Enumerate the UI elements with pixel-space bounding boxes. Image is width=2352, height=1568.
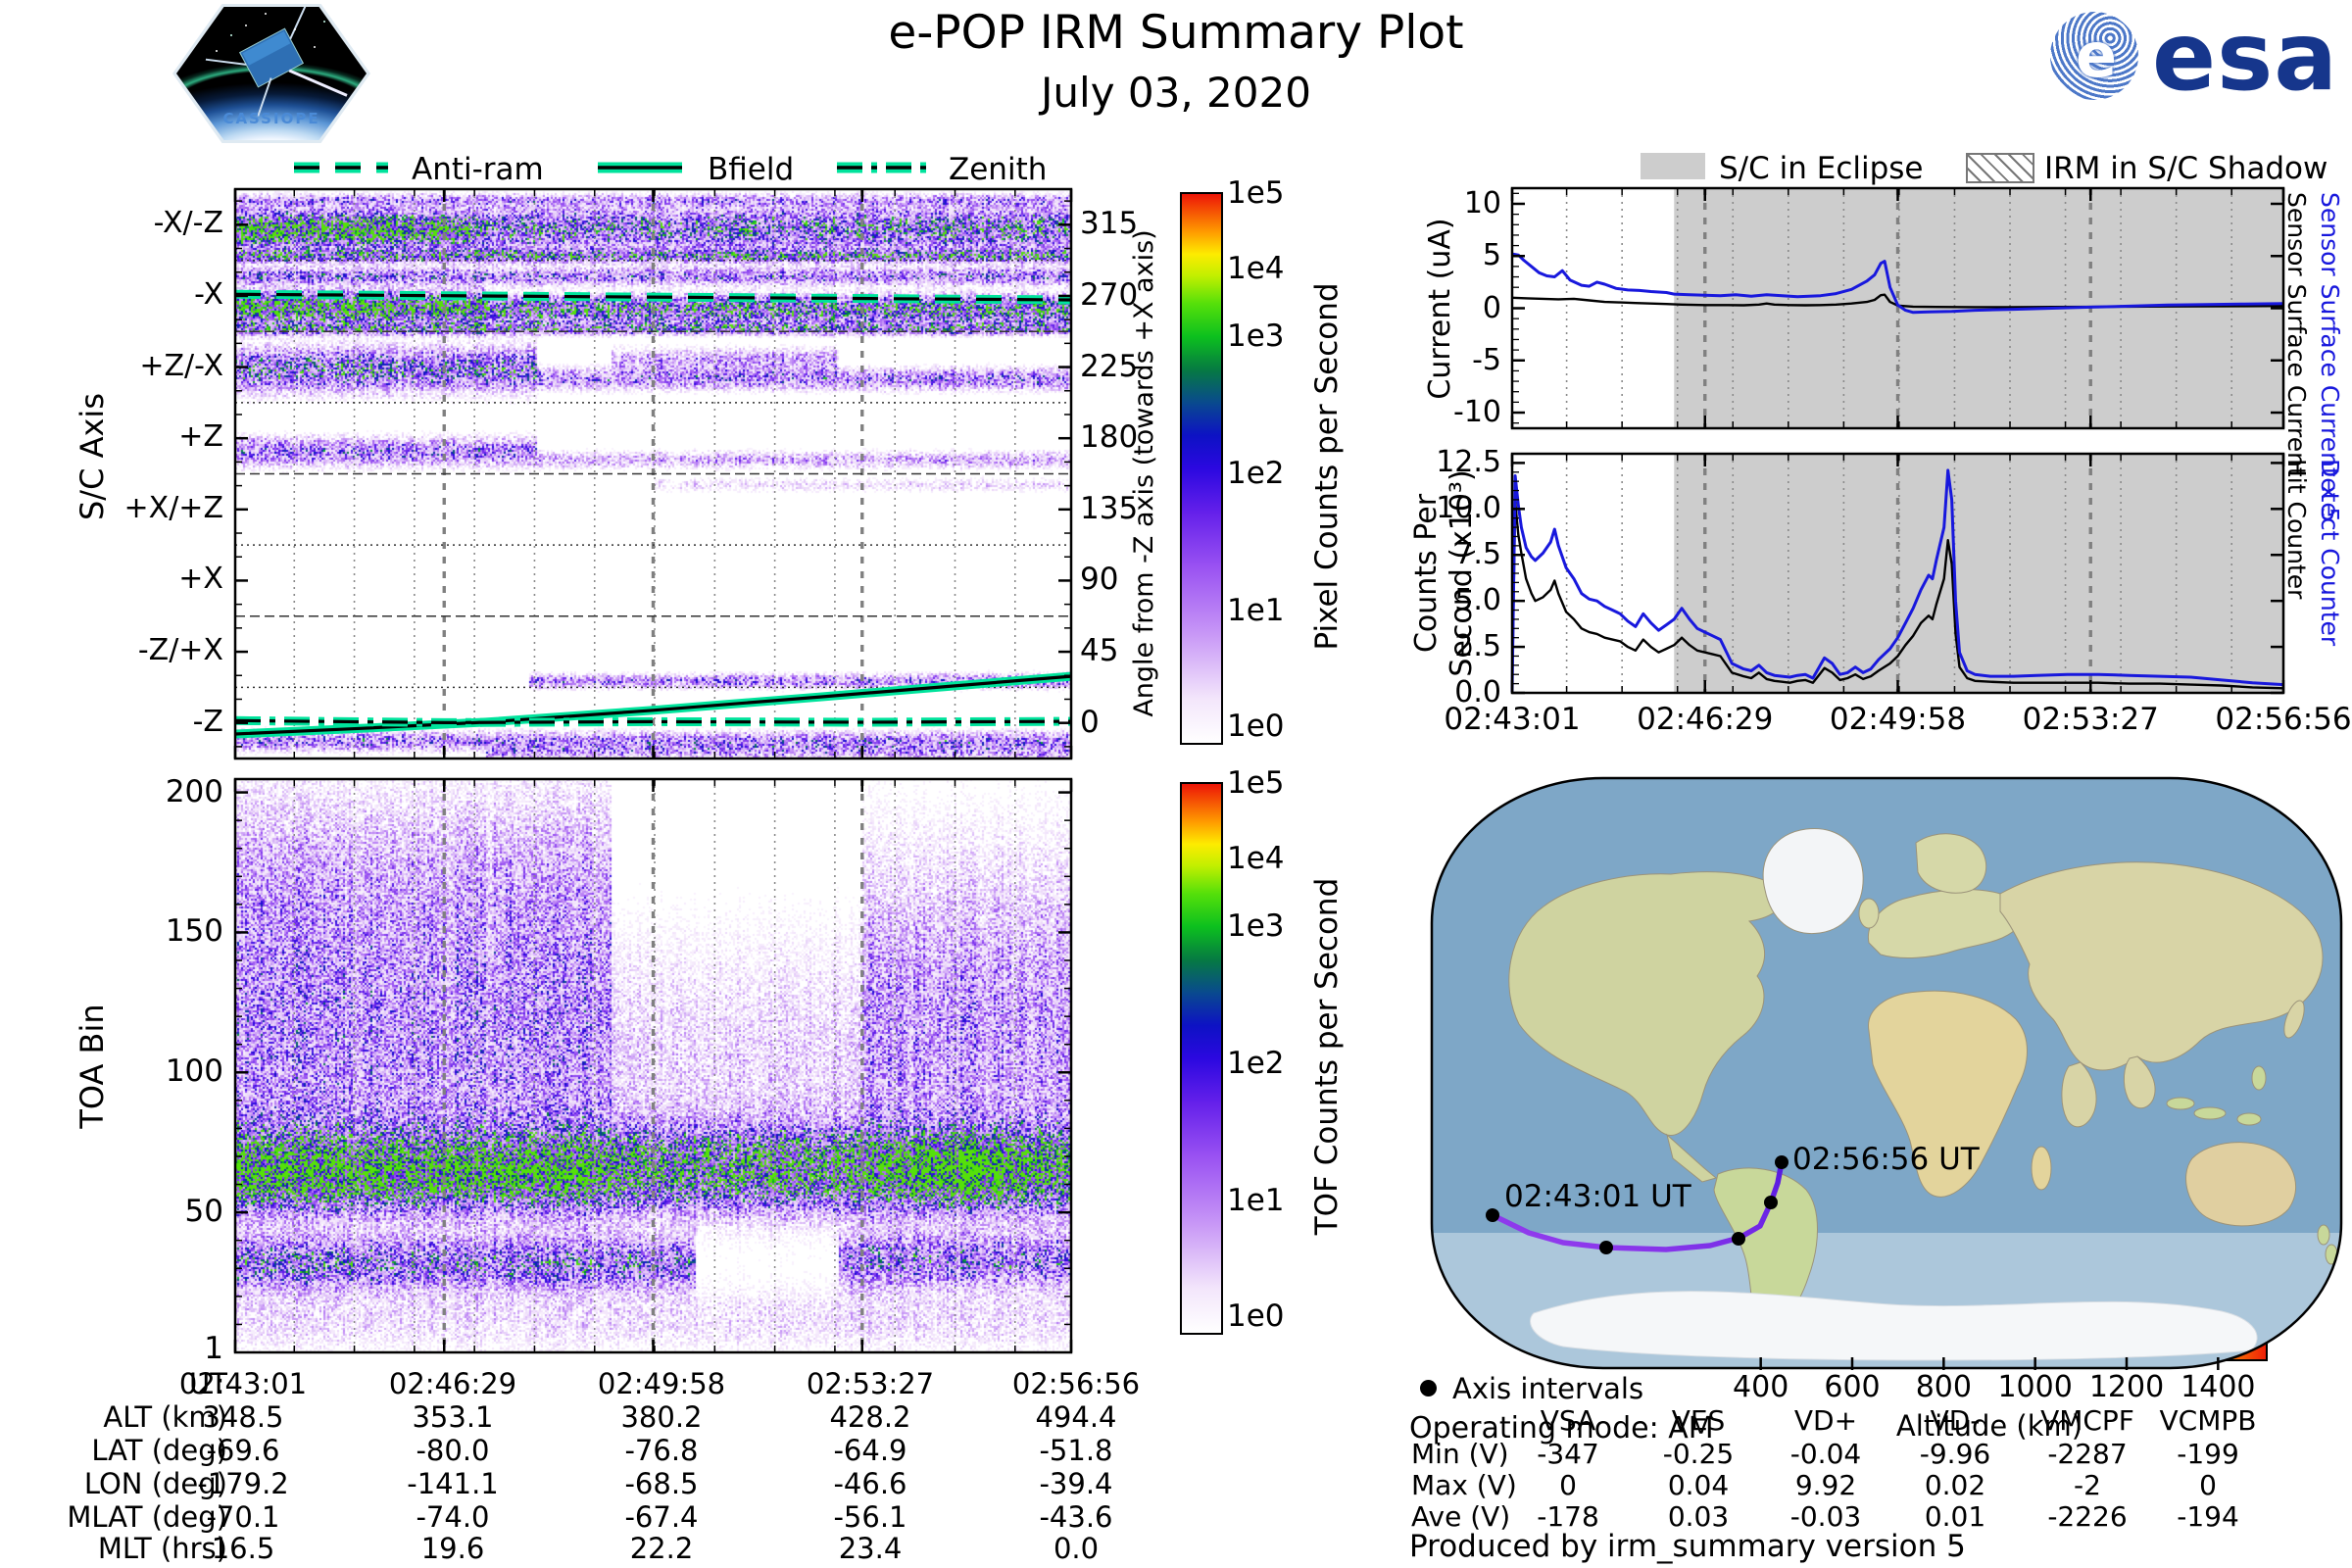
altitude-axis-label: Altitude (km) xyxy=(1895,1409,2083,1443)
track-start-time: 02:43:01 UT xyxy=(1504,1179,1692,1214)
island-indonesia-1 xyxy=(2166,1097,2195,1110)
chart-layer: 02:43:01 UT 02:56:56 UT xyxy=(233,186,2343,1370)
operating-mode-label: Operating mode: AM xyxy=(1409,1411,1714,1446)
ground-track-map: 02:43:01 UT 02:56:56 UT xyxy=(1430,776,2343,1370)
epop-irm-summary-page: { "header": { "title": "e-POP IRM Summar… xyxy=(0,0,2352,1568)
axis-interval-dot xyxy=(1732,1232,1745,1246)
continent-greenland xyxy=(1762,828,1864,935)
island-philippines xyxy=(2251,1065,2267,1091)
continent-australia xyxy=(2185,1142,2296,1227)
axis-interval-dot xyxy=(1599,1241,1613,1254)
axis-intervals-label: Axis intervals xyxy=(1452,1372,1644,1405)
axis-interval-dot-icon xyxy=(1420,1380,1437,1396)
sc-axis-plot-overlay xyxy=(233,187,1073,760)
island-indonesia-2 xyxy=(2193,1106,2227,1120)
island-indonesia-3 xyxy=(2236,1112,2262,1126)
track-end-time: 02:56:56 UT xyxy=(1792,1142,1981,1177)
island-madagascar xyxy=(2031,1146,2052,1191)
island-uk xyxy=(1858,898,1880,929)
counts-plot-eclipse-region xyxy=(1674,454,2283,693)
axis-interval-dot xyxy=(1775,1155,1788,1169)
toa-plot-overlay xyxy=(233,777,1073,1354)
island-nz-1 xyxy=(2317,1224,2330,1246)
current-plot xyxy=(1510,186,2285,430)
produced-by-label: Produced by irm_summary version 5 xyxy=(1409,1529,1966,1564)
counts-plot xyxy=(1510,452,2285,695)
axis-interval-dot xyxy=(1486,1208,1499,1222)
axis-interval-dot xyxy=(1764,1196,1778,1209)
